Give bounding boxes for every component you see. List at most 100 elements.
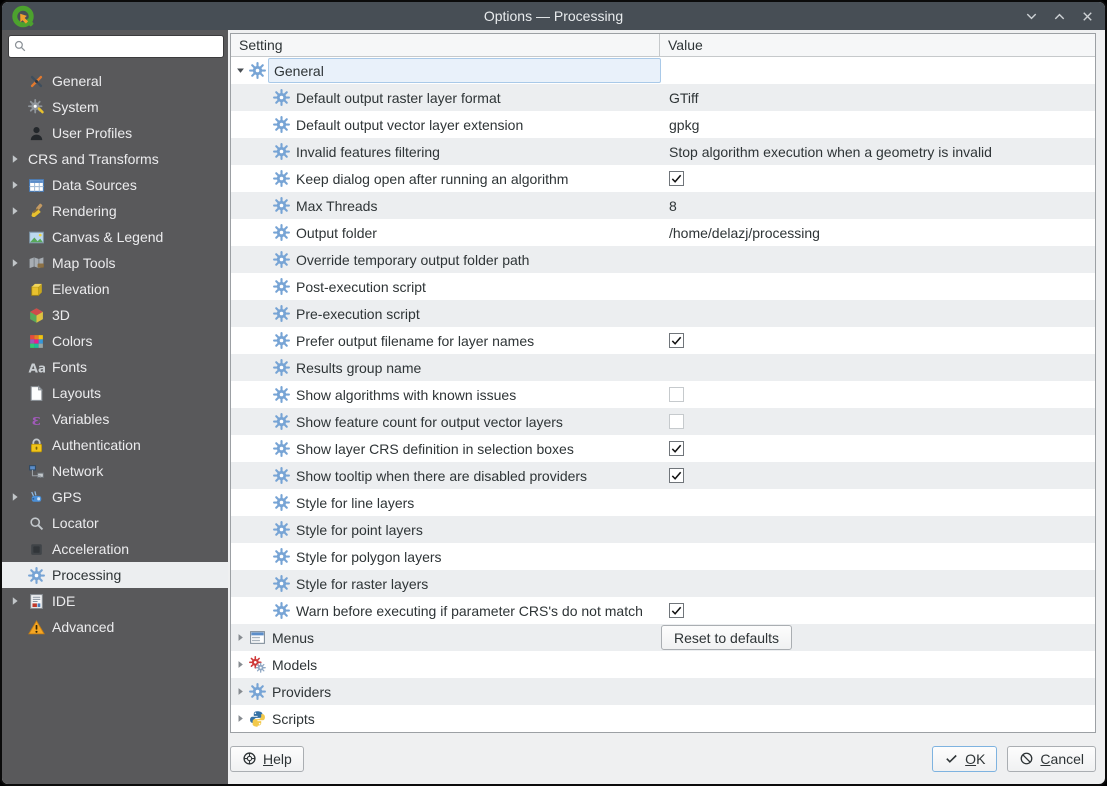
sidebar-item-map-tools[interactable]: Map Tools [2,250,228,276]
setting-row-post-execution-script[interactable]: Post-execution script [231,273,1095,300]
setting-cell[interactable]: Scripts [231,705,661,732]
setting-row-models[interactable]: Models [231,651,1095,678]
setting-cell[interactable]: Providers [231,678,661,705]
setting-row-style-for-point-layers[interactable]: Style for point layers [231,516,1095,543]
sidebar-item-3d[interactable]: 3D [2,302,228,328]
setting-cell[interactable]: Style for point layers [231,516,661,543]
setting-row-invalid-features-filtering[interactable]: Invalid features filteringStop algorithm… [231,138,1095,165]
setting-row-show-algorithms-with-known-issues[interactable]: Show algorithms with known issues [231,381,1095,408]
expand-arrow-icon[interactable] [10,596,28,606]
setting-row-style-for-polygon-layers[interactable]: Style for polygon layers [231,543,1095,570]
sidebar-item-gps[interactable]: GPS [2,484,228,510]
setting-cell[interactable]: Default output vector layer extension [231,111,661,138]
sidebar-item-data-sources[interactable]: Data Sources [2,172,228,198]
setting-row-output-folder[interactable]: Output folder/home/delazj/processing [231,219,1095,246]
checkbox[interactable] [669,603,684,618]
sidebar-item-crs-and-transforms[interactable]: CRS and Transforms [2,146,228,172]
setting-cell[interactable]: Show layer CRS definition in selection b… [231,435,661,462]
sidebar-item-ide[interactable]: IDE [2,588,228,614]
sidebar-item-acceleration[interactable]: Acceleration [2,536,228,562]
setting-row-providers[interactable]: Providers [231,678,1095,705]
sidebar-item-processing[interactable]: Processing [2,562,228,588]
expand-arrow-icon[interactable] [10,206,28,216]
column-header-value[interactable]: Value [660,34,1095,56]
setting-row-style-for-raster-layers[interactable]: Style for raster layers [231,570,1095,597]
setting-row-show-layer-crs-definition-in-selection-boxes[interactable]: Show layer CRS definition in selection b… [231,435,1095,462]
setting-row-prefer-output-filename-for-layer-names[interactable]: Prefer output filename for layer names [231,327,1095,354]
sidebar-item-locator[interactable]: Locator [2,510,228,536]
setting-row-default-output-raster-layer-format[interactable]: Default output raster layer format GTiff [231,84,1095,111]
tree-collapsed-icon[interactable] [236,687,245,696]
expand-arrow-icon[interactable] [10,180,28,190]
setting-cell[interactable]: Show tooltip when there are disabled pro… [231,462,661,489]
setting-row-show-tooltip-when-there-are-disabled-providers[interactable]: Show tooltip when there are disabled pro… [231,462,1095,489]
tree-collapsed-icon[interactable] [236,660,245,669]
setting-row-keep-dialog-open-after-running-an-algorithm[interactable]: Keep dialog open after running an algori… [231,165,1095,192]
setting-value[interactable]: Stop algorithm execution when a geometry… [669,144,992,160]
search-box[interactable] [8,35,224,58]
setting-value[interactable]: 8 [669,198,677,214]
setting-cell[interactable]: Show algorithms with known issues [231,381,661,408]
chevron-down-icon[interactable] [1024,9,1039,24]
checkbox[interactable] [669,414,684,429]
setting-row-style-for-line-layers[interactable]: Style for line layers [231,489,1095,516]
sidebar-item-system[interactable]: System [2,94,228,120]
checkbox[interactable] [669,468,684,483]
setting-cell[interactable]: Default output raster layer format [231,84,661,111]
expand-arrow-icon[interactable] [10,154,28,164]
setting-row-results-group-name[interactable]: Results group name [231,354,1095,381]
setting-row-scripts[interactable]: Scripts [231,705,1095,732]
reset-to-defaults-button[interactable]: Reset to defaults [661,625,792,650]
setting-row-general[interactable]: General [231,57,1095,84]
column-header-setting[interactable]: Setting [231,34,660,56]
sidebar-item-general[interactable]: General [2,68,228,94]
checkbox[interactable] [669,441,684,456]
sidebar-item-colors[interactable]: Colors [2,328,228,354]
setting-cell[interactable]: Models [231,651,661,678]
setting-value[interactable]: GTiff [669,90,699,106]
setting-row-max-threads[interactable]: Max Threads 8 [231,192,1095,219]
setting-cell[interactable]: Max Threads [231,192,661,219]
setting-cell[interactable]: Style for polygon layers [231,543,661,570]
ok-button[interactable]: OK [932,746,997,772]
sidebar-item-layouts[interactable]: Layouts [2,380,228,406]
sidebar-item-canvas-legend[interactable]: Canvas & Legend [2,224,228,250]
sidebar-item-elevation[interactable]: Elevation [2,276,228,302]
setting-cell[interactable]: Style for line layers [231,489,661,516]
cancel-button[interactable]: Cancel [1007,746,1096,772]
setting-cell[interactable]: Results group name [231,354,661,381]
sidebar-item-network[interactable]: Network [2,458,228,484]
setting-row-default-output-vector-layer-extension[interactable]: Default output vector layer extension gpk… [231,111,1095,138]
search-input[interactable] [30,38,219,55]
close-icon[interactable] [1080,9,1095,24]
setting-cell[interactable]: Show feature count for output vector lay… [231,408,661,435]
checkbox[interactable] [669,333,684,348]
tree-expanded-icon[interactable] [236,66,245,75]
expand-arrow-icon[interactable] [10,258,28,268]
sidebar-item-fonts[interactable]: AaFonts [2,354,228,380]
setting-cell[interactable]: General [231,57,661,84]
setting-row-warn-before-executing-if-parameter-crs-s-do-not-match[interactable]: Warn before executing if parameter CRS's… [231,597,1095,624]
setting-value[interactable]: /home/delazj/processing [669,225,820,241]
tree-collapsed-icon[interactable] [236,633,245,642]
sidebar-item-rendering[interactable]: Rendering [2,198,228,224]
setting-cell[interactable]: Warn before executing if parameter CRS's… [231,597,661,624]
setting-cell[interactable]: Style for raster layers [231,570,661,597]
setting-row-menus[interactable]: MenusReset to defaults [231,624,1095,651]
checkbox[interactable] [669,171,684,186]
checkbox[interactable] [669,387,684,402]
sidebar-item-variables[interactable]: εVariables [2,406,228,432]
setting-cell[interactable]: Output folder [231,219,661,246]
sidebar-item-advanced[interactable]: Advanced [2,614,228,640]
setting-cell[interactable]: Keep dialog open after running an algori… [231,165,661,192]
setting-row-pre-execution-script[interactable]: Pre-execution script [231,300,1095,327]
setting-cell[interactable]: Pre-execution script [231,300,661,327]
setting-row-show-feature-count-for-output-vector-layers[interactable]: Show feature count for output vector lay… [231,408,1095,435]
chevron-up-icon[interactable] [1052,9,1067,24]
setting-value[interactable]: gpkg [669,117,699,133]
sidebar-item-authentication[interactable]: Authentication [2,432,228,458]
help-button[interactable]: Help [230,746,304,772]
setting-cell[interactable]: Menus [231,624,661,651]
setting-cell[interactable]: Post-execution script [231,273,661,300]
setting-cell[interactable]: Override temporary output folder path [231,246,661,273]
